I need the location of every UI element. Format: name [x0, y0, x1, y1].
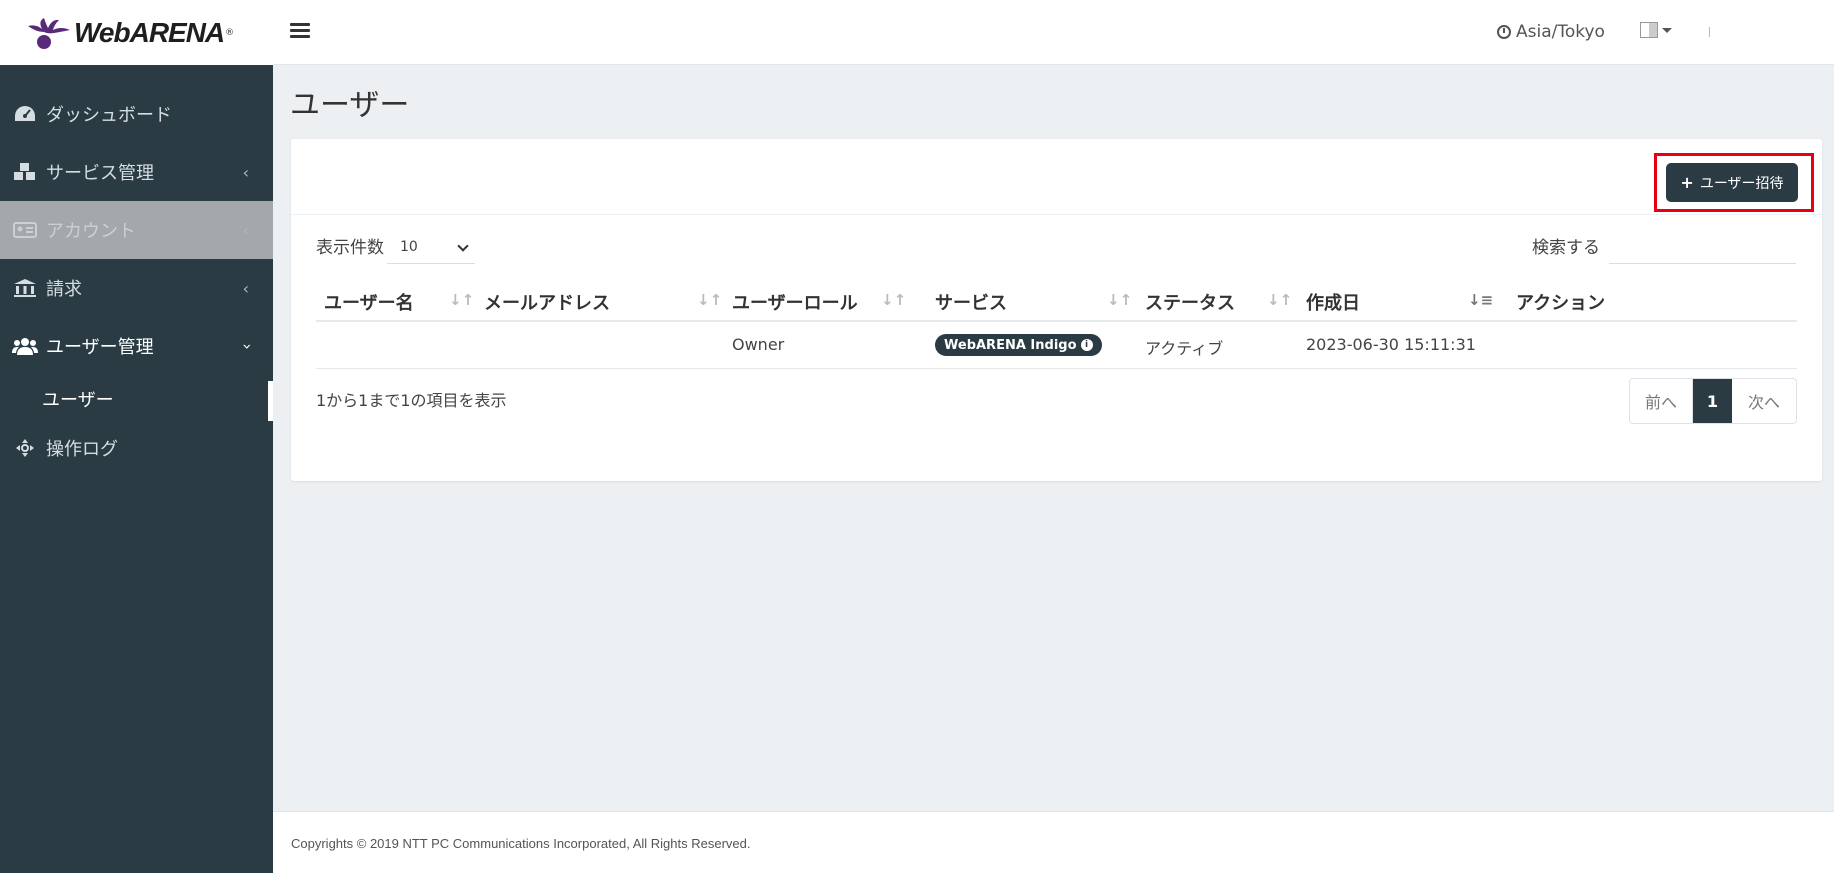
brand-name: WebARENA [74, 16, 225, 48]
language-flag-icon [1640, 22, 1658, 38]
column-header-action: アクション [1516, 293, 1606, 314]
info-icon: i [1080, 339, 1093, 351]
brand-registered-mark: ® [225, 27, 235, 38]
sidebar: ダッシュボード サービス管理 ‹ アカウント ‹ 請求 ‹ ユーザー管理 ‹ ユ… [0, 65, 273, 873]
chevron-down-icon [457, 240, 469, 252]
pagination-next-button[interactable]: 次へ [1732, 379, 1796, 423]
sidebar-item-operation-log[interactable]: 操作ログ [0, 423, 273, 473]
page-length-select[interactable]: 10 [387, 230, 475, 264]
table-header: ユーザー名 ↓↑ メールアドレス ↓↑ ユーザーロール ↓↑ サービス ↓↑ ス… [316, 277, 1797, 322]
column-header-status[interactable]: ステータス [1145, 289, 1235, 315]
cell-role: Owner [732, 335, 785, 354]
id-card-icon [12, 219, 38, 241]
users-card: + ユーザー招待 表示件数 10 検索する ユーザー名 ↓↑ メールアドレス ↓… [291, 139, 1822, 481]
clock-icon [1497, 25, 1511, 39]
timezone-label: Asia/Tokyo [1516, 22, 1605, 42]
menu-toggle-icon[interactable] [290, 20, 310, 42]
chevron-left-icon: ‹ [242, 221, 249, 240]
plus-icon: + [1680, 173, 1694, 192]
service-badge[interactable]: WebARENA Indigo i [935, 334, 1102, 356]
invite-user-label: ユーザー招待 [1699, 175, 1784, 192]
pagination: 前へ 1 次へ [1629, 378, 1797, 424]
user-menu-separator [1709, 27, 1710, 37]
bank-icon [12, 277, 38, 299]
chevron-down-icon: ‹ [236, 343, 256, 350]
search-input[interactable] [1609, 230, 1796, 264]
sidebar-item-billing[interactable]: 請求 ‹ [0, 259, 273, 317]
sidebar-item-label: ユーザー管理 [46, 337, 154, 358]
column-header-username[interactable]: ユーザー名 [324, 289, 414, 315]
table-row: Owner WebARENA Indigo i アクティブ 2023-06-30… [316, 322, 1797, 369]
sidebar-item-label: アカウント [46, 221, 136, 242]
chevron-left-icon: ‹ [242, 279, 249, 298]
sidebar-item-dashboard[interactable]: ダッシュボード [0, 85, 273, 143]
pagination-prev-button[interactable]: 前へ [1630, 379, 1693, 423]
cubes-icon [12, 161, 38, 183]
column-header-service[interactable]: サービス [935, 289, 1007, 315]
cell-created: 2023-06-30 15:11:31 [1306, 335, 1476, 354]
top-header: WebARENA ® Asia/Tokyo [0, 0, 1834, 65]
page-length-value: 10 [400, 238, 418, 255]
brand-logo[interactable]: WebARENA ® [0, 0, 273, 65]
sort-desc-icon[interactable]: ↓≡ [1468, 291, 1493, 309]
column-header-email[interactable]: メールアドレス [484, 289, 610, 315]
sidebar-item-service-management[interactable]: サービス管理 ‹ [0, 143, 273, 201]
page-title: ユーザー [290, 88, 410, 123]
table-info: 1から1まで1の項目を表示 [316, 391, 507, 410]
sidebar-item-user-management[interactable]: ユーザー管理 ‹ [0, 317, 273, 375]
column-header-created[interactable]: 作成日 [1306, 289, 1360, 315]
pagination-page-1[interactable]: 1 [1693, 379, 1732, 423]
logo-icon [26, 16, 72, 50]
sort-icon[interactable]: ↓↑ [881, 291, 906, 309]
cell-status: アクティブ [1145, 339, 1224, 358]
sort-icon[interactable]: ↓↑ [449, 291, 474, 309]
column-header-role[interactable]: ユーザーロール [732, 289, 858, 315]
crosshairs-icon [12, 437, 38, 459]
sidebar-item-label: ユーザー [42, 390, 114, 411]
timezone-indicator[interactable]: Asia/Tokyo [1497, 22, 1605, 42]
footer: Copyrights © 2019 NTT PC Communications … [273, 811, 1834, 873]
sort-icon[interactable]: ↓↑ [1107, 291, 1132, 309]
chevron-left-icon: ‹ [242, 163, 249, 182]
users-icon [12, 335, 38, 357]
caret-down-icon [1662, 27, 1672, 33]
active-indicator [268, 381, 273, 421]
dashboard-icon [12, 103, 38, 125]
sidebar-item-label: ダッシュボード [46, 105, 172, 126]
sidebar-item-label: 操作ログ [46, 439, 118, 460]
footer-copyright: Copyrights © 2019 NTT PC Communications … [291, 836, 751, 851]
service-badge-label: WebARENA Indigo [944, 337, 1077, 353]
sidebar-subitem-users[interactable]: ユーザー [0, 375, 273, 423]
card-toolbar [291, 139, 1822, 215]
page-length-label: 表示件数 [316, 238, 384, 258]
sidebar-item-label: 請求 [46, 279, 82, 300]
sort-icon[interactable]: ↓↑ [697, 291, 722, 309]
invite-user-button[interactable]: + ユーザー招待 [1666, 163, 1798, 202]
sort-icon[interactable]: ↓↑ [1267, 291, 1292, 309]
sidebar-item-account[interactable]: アカウント ‹ [0, 201, 273, 259]
search-label: 検索する [1532, 238, 1600, 258]
sidebar-item-label: サービス管理 [46, 163, 154, 184]
language-dropdown[interactable] [1640, 22, 1672, 38]
